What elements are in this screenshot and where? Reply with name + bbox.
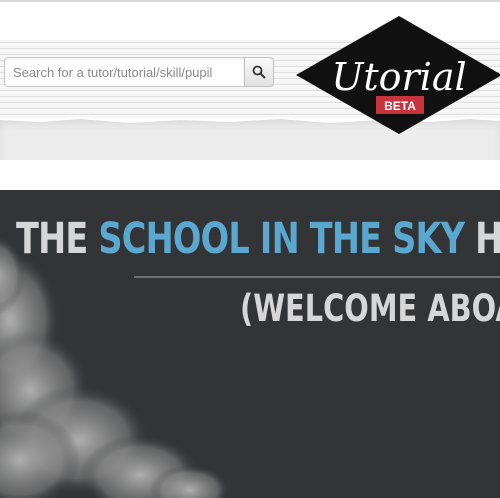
hero-banner: THE SCHOOL IN THE SKY HA (WELCOME ABOAR [0, 190, 500, 498]
hero-subtitle: (WELCOME ABOAR [240, 287, 500, 330]
logo-wordmark: Utorial [331, 55, 466, 99]
hero-divider [134, 276, 500, 278]
utorial-logo[interactable]: Utorial BETA [296, 14, 500, 136]
search-button[interactable] [244, 57, 274, 87]
logo-beta-label: BETA [384, 99, 416, 113]
hero-title-part-1: THE [16, 214, 99, 264]
search-icon [252, 65, 266, 79]
site-header: Utorial BETA [0, 0, 500, 160]
search-input[interactable] [4, 57, 245, 87]
logo-diamond-icon: Utorial BETA [296, 16, 500, 134]
header-top-border [0, 0, 500, 2]
hero-title-part-3: HA [475, 214, 500, 264]
search-bar [4, 57, 274, 87]
hero-title: THE SCHOOL IN THE SKY HA [16, 218, 500, 261]
hero-title-highlight: SCHOOL IN THE SKY [98, 214, 465, 264]
